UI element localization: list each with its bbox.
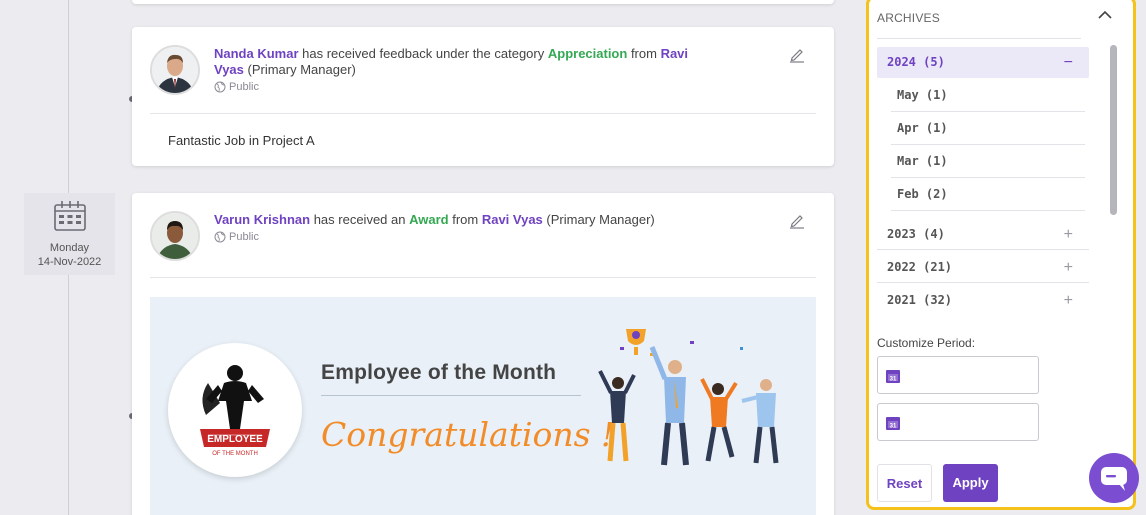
category-label: Award xyxy=(409,212,449,227)
archives-panel: ARCHIVES 2024 (5) − May (1) Apr (1) Mar … xyxy=(866,0,1136,510)
start-date-field[interactable]: 31 xyxy=(877,356,1039,394)
employee-badge-logo: EMPLOYEE OF THE MONTH xyxy=(168,343,302,477)
expand-icon[interactable]: + xyxy=(1064,285,1073,316)
page: Monday 14-Nov-2022 Nanda Kumar has recei… xyxy=(0,0,1146,515)
banner-rule xyxy=(321,395,581,396)
archive-year-2022[interactable]: 2022 (21) + xyxy=(877,252,1089,283)
feedback-message: Fantastic Job in Project A xyxy=(168,133,315,148)
year-label: 2021 (32) xyxy=(887,293,953,307)
manager-name-link-cont[interactable]: Vyas xyxy=(214,62,244,77)
award-card: Varun Krishnan has received an Award fro… xyxy=(132,193,834,515)
badge-text: EMPLOYEE xyxy=(207,434,263,445)
edit-icon[interactable] xyxy=(788,211,806,229)
collapse-icon[interactable]: − xyxy=(1064,47,1073,78)
year-label: 2022 (21) xyxy=(887,260,953,274)
archive-month-feb[interactable]: Feb (2) xyxy=(891,178,1085,211)
card-divider xyxy=(150,277,816,278)
archive-year-2023[interactable]: 2023 (4) + xyxy=(877,219,1089,250)
headline-text: has received an xyxy=(310,212,410,227)
visibility-label: Public xyxy=(229,81,259,93)
employee-name-link[interactable]: Nanda Kumar xyxy=(214,46,299,61)
timeline-date: Monday 14-Nov-2022 xyxy=(24,193,115,275)
manager-role: (Primary Manager) xyxy=(542,212,655,227)
visibility-label: Public xyxy=(229,231,259,243)
archive-year-2021[interactable]: 2021 (32) + xyxy=(877,285,1089,316)
headline-text: from xyxy=(448,212,482,227)
superhero-icon: EMPLOYEE OF THE MONTH xyxy=(200,365,270,457)
award-banner: EMPLOYEE OF THE MONTH Employee of the Mo… xyxy=(150,297,816,515)
avatar[interactable] xyxy=(150,211,200,261)
end-date-field[interactable]: 31 xyxy=(877,403,1039,441)
badge-ribbon-text: OF THE MONTH xyxy=(212,451,258,457)
expand-icon[interactable]: + xyxy=(1064,252,1073,283)
year-label: 2024 (5) xyxy=(887,55,945,69)
archive-month-may[interactable]: May (1) xyxy=(891,79,1085,112)
chat-icon xyxy=(1101,467,1127,491)
svg-text:31: 31 xyxy=(890,377,897,383)
reset-button[interactable]: Reset xyxy=(877,464,932,502)
chevron-up-icon[interactable] xyxy=(1097,9,1113,21)
date-day: Monday xyxy=(49,242,90,254)
calendar-icon xyxy=(53,201,86,231)
feedback-card: Nanda Kumar has received feedback under … xyxy=(132,27,834,166)
archive-year-2024[interactable]: 2024 (5) − xyxy=(877,47,1089,78)
person-photo-icon xyxy=(152,47,198,93)
archives-title: ARCHIVES xyxy=(877,11,940,25)
apply-button[interactable]: Apply xyxy=(943,464,998,502)
customize-period-label: Customize Period: xyxy=(877,336,976,350)
manager-role: (Primary Manager) xyxy=(243,62,356,77)
year-label: 2023 (4) xyxy=(887,227,945,241)
scrollbar-thumb[interactable] xyxy=(1110,45,1117,215)
globe-icon xyxy=(214,231,226,243)
category-label: Appreciation xyxy=(547,46,628,61)
archives-divider xyxy=(877,38,1081,39)
archive-month-mar[interactable]: Mar (1) xyxy=(891,145,1085,178)
calendar-icon[interactable]: 31 xyxy=(886,369,900,383)
chat-button[interactable] xyxy=(1089,453,1139,503)
avatar[interactable] xyxy=(150,45,200,95)
previous-card xyxy=(132,0,834,4)
globe-icon xyxy=(214,81,226,93)
celebration-illustration xyxy=(598,329,779,466)
card-divider xyxy=(150,113,816,114)
employee-name-link[interactable]: Varun Krishnan xyxy=(214,212,310,227)
banner-congrats: Congratulations ! xyxy=(321,415,615,454)
svg-text:31: 31 xyxy=(890,424,897,430)
expand-icon[interactable]: + xyxy=(1064,219,1073,250)
award-headline: Varun Krishnan has received an Award fro… xyxy=(214,212,714,228)
archive-month-apr[interactable]: Apr (1) xyxy=(891,112,1085,145)
manager-name-link[interactable]: Ravi xyxy=(661,46,688,61)
visibility: Public xyxy=(214,231,259,243)
person-photo-icon xyxy=(152,213,198,259)
headline-text: from xyxy=(627,46,661,61)
calendar-icon[interactable]: 31 xyxy=(886,416,900,430)
headline-text: has received feedback under the category xyxy=(298,46,548,61)
visibility: Public xyxy=(214,81,259,93)
edit-icon[interactable] xyxy=(788,45,806,63)
banner-title: Employee of the Month xyxy=(321,361,557,384)
manager-name-link[interactable]: Ravi Vyas xyxy=(482,212,543,227)
feedback-headline: Nanda Kumar has received feedback under … xyxy=(214,46,714,78)
date-value: 14-Nov-2022 xyxy=(37,256,102,268)
